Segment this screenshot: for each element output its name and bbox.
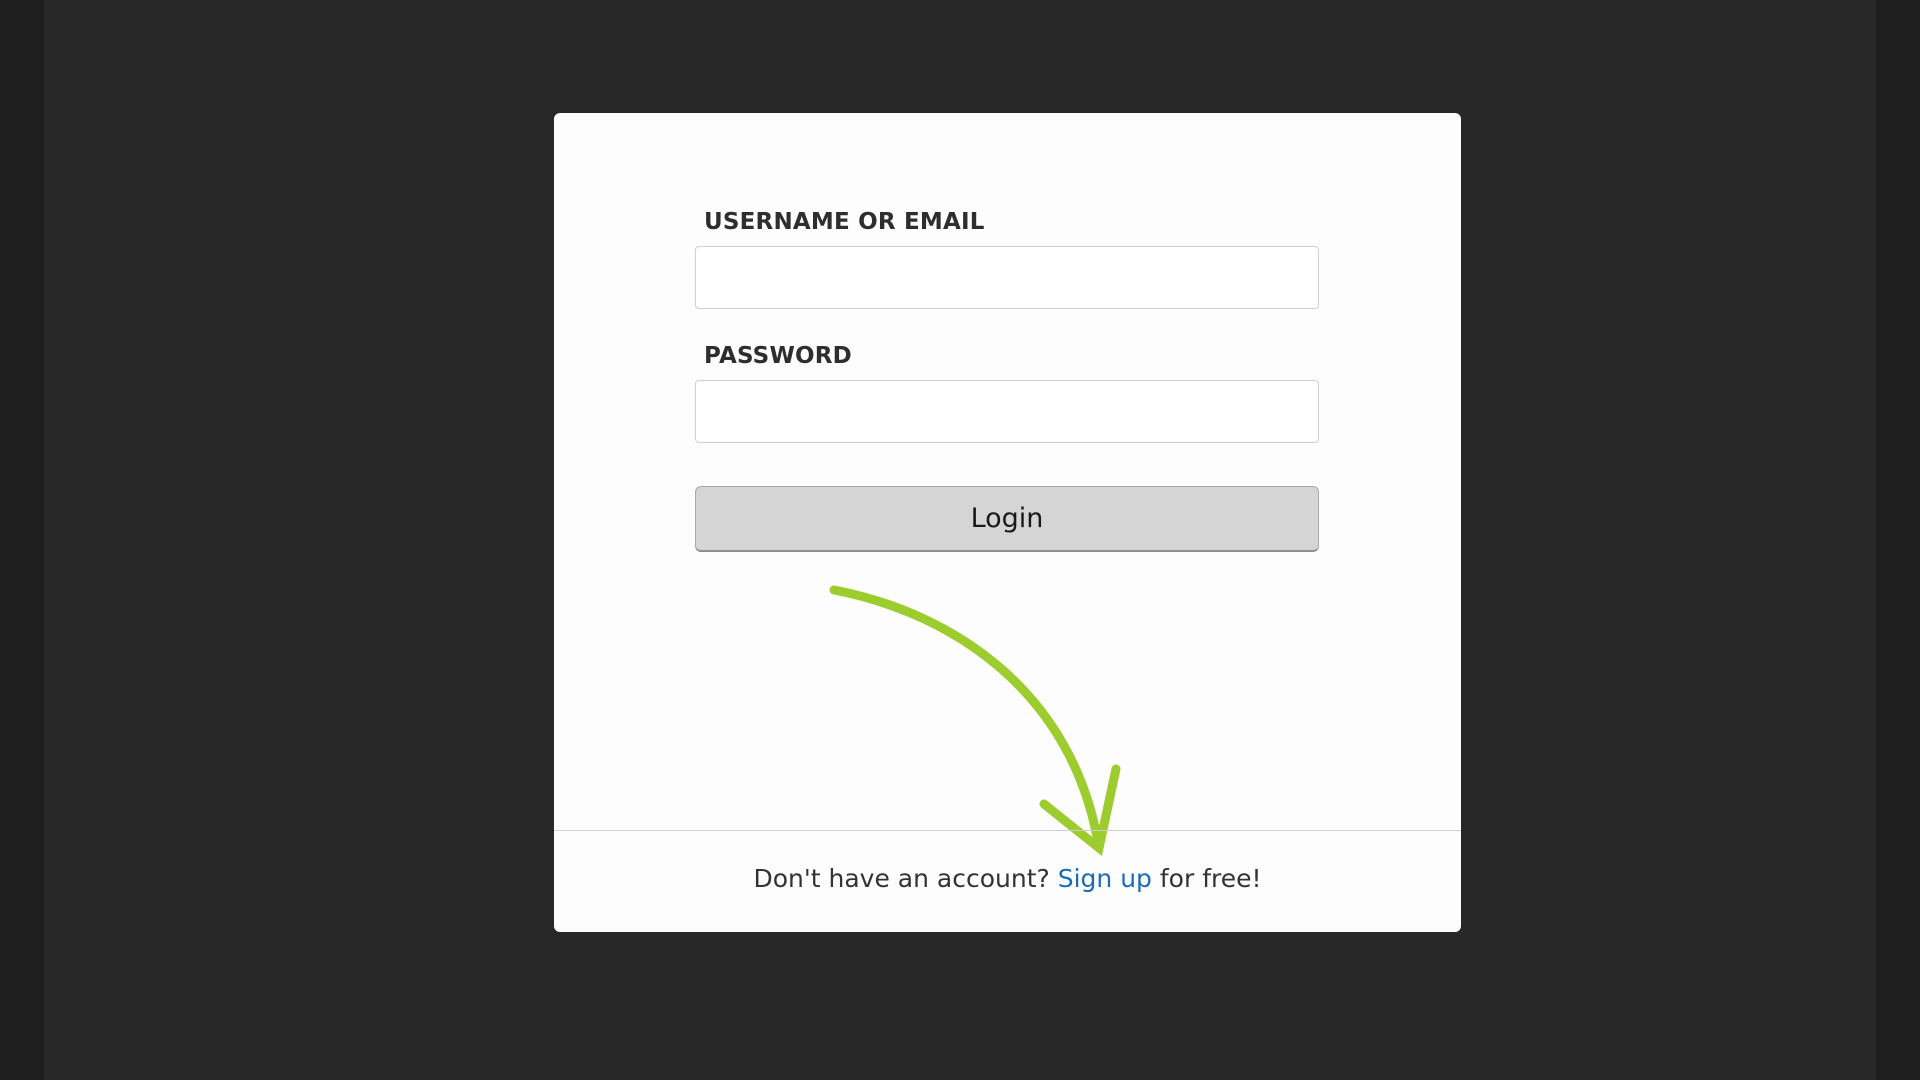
signup-prompt: Don't have an account? Sign up for free! [554,864,1461,893]
password-label: PASSWORD [704,343,852,369]
username-input[interactable] [695,246,1319,309]
login-button[interactable]: Login [695,486,1319,552]
signup-suffix-text: for free! [1159,864,1262,893]
signup-prompt-text: Don't have an account? [753,864,1050,893]
page-background: USERNAME OR EMAIL PASSWORD Login Don't h… [44,0,1876,1080]
username-label: USERNAME OR EMAIL [704,209,985,235]
footer-divider [554,830,1461,831]
password-input[interactable] [695,380,1319,443]
signup-link[interactable]: Sign up [1058,864,1152,893]
login-card: USERNAME OR EMAIL PASSWORD Login Don't h… [554,113,1461,932]
